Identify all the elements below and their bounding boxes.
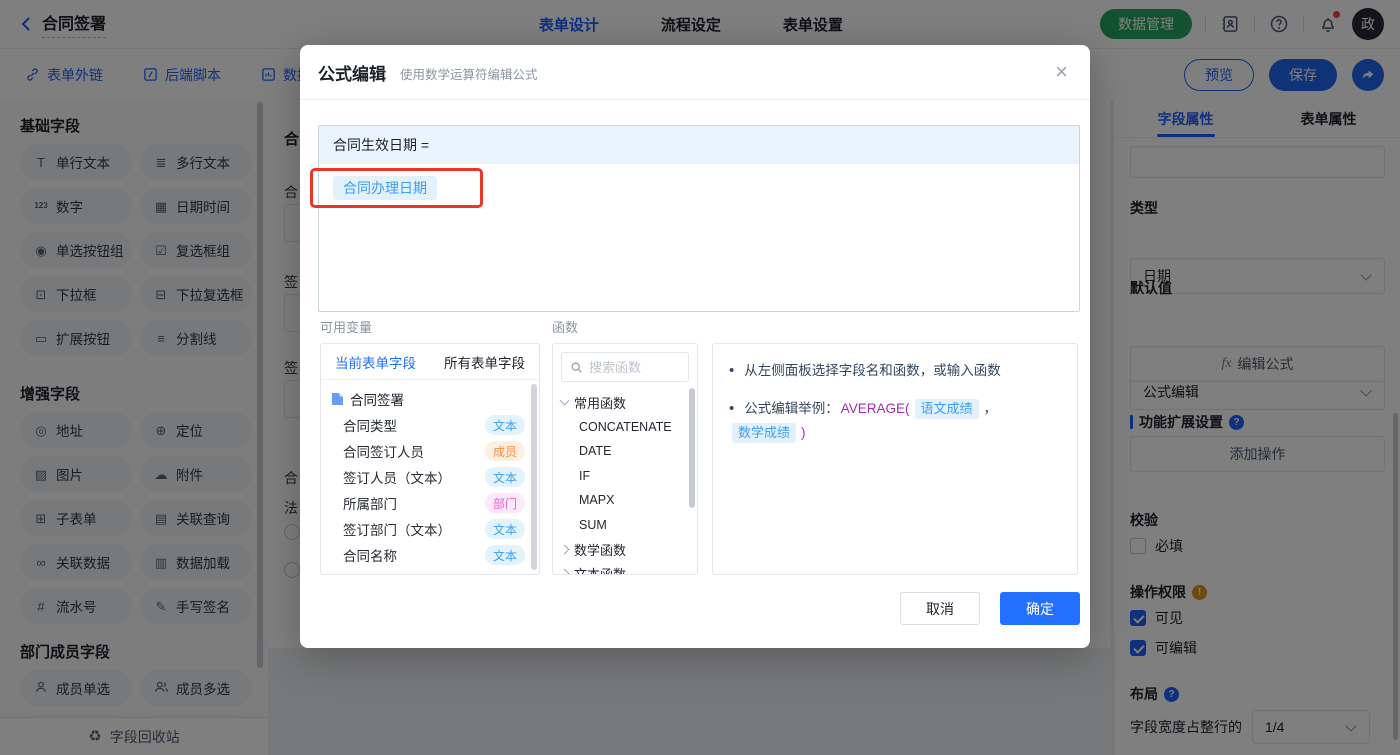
confirm-button[interactable]: 确定 [1000,592,1080,625]
field-type-badge: 成员 [484,441,525,461]
tab-all-form-fields[interactable]: 所有表单字段 [430,344,539,379]
variable-field-name: 合同名称 [343,549,397,564]
hint-line-1: • 从左侧面板选择字段名和函数，或输入函数 [729,362,1001,379]
field-type-badge: 文本 [484,519,525,539]
dialog-title: 公式编辑 [318,64,386,84]
function-group[interactable]: 文本函数 [553,562,697,575]
variable-field-name: 所属部门 [343,497,397,512]
example-field-chip: 语文成绩 [914,399,979,419]
tree-root-form[interactable]: 合同签署 [331,386,539,412]
close-icon[interactable] [1055,61,1068,83]
formula-field-chip[interactable]: 合同办理日期 [333,176,437,200]
function-item[interactable]: SUM [553,513,697,538]
chevron-right-icon [559,544,570,555]
functions-scrollbar[interactable] [689,388,695,508]
hints-panel: • 从左侧面板选择字段名和函数，或输入函数 • 公式编辑举例： AVERAGE(… [712,343,1078,575]
app-root: 合同签署 表单设计 流程设定 表单设置 数据管理 政 [0,0,1400,755]
variable-field-row[interactable]: 合同名称 文本 [331,542,539,568]
chevron-down-icon [559,395,570,406]
variable-field-row[interactable]: 签订部门（文本） 文本 [331,516,539,542]
form-doc-icon [332,393,343,405]
functions-panel: 常用函数 CONCATENATEDATEIFMAPXSUM 数学函数文本函数 [552,343,698,575]
variable-field-name: 签订人员（文本） [343,471,451,486]
field-type-badge: 文本 [484,467,525,487]
dialog-header: 公式编辑 使用数学运算符编辑公式 [300,45,1090,100]
dialog-subtitle: 使用数学运算符编辑公式 [400,68,538,82]
variable-field-row[interactable]: 签订人员（文本） 文本 [331,464,539,490]
variable-field-row[interactable]: 合同类型 文本 [331,412,539,438]
chevron-right-icon [559,568,570,574]
variable-field-name: 签订部门（文本） [343,523,451,538]
variable-field-name: 合同类型 [343,419,397,434]
function-item[interactable]: MAPX [553,488,697,513]
variable-field-row[interactable]: 合同签订人员 成员 [331,438,539,464]
function-group-name: 文本函数 [574,567,627,575]
search-icon [571,362,582,373]
function-search-box[interactable] [561,352,689,382]
function-group[interactable]: 常用函数 [553,390,697,415]
function-group-name: 数学函数 [574,542,627,558]
hint-line-2: • 公式编辑举例： AVERAGE( 语文成绩 ， 数学成绩 ) [729,398,1061,444]
function-item[interactable]: IF [553,464,697,489]
function-group-name: 常用函数 [574,395,627,411]
function-item[interactable]: DATE [553,439,697,464]
example-field-chip: 数学成绩 [732,423,797,443]
dialog-footer: 取消 确定 [900,592,1080,625]
formula-target-row: 合同生效日期 = [319,126,1079,164]
functions-label: 函数 [552,320,579,335]
variables-label: 可用变量 [320,320,373,335]
variables-tabs: 当前表单字段 所有表单字段 [321,344,539,380]
variables-panel: 当前表单字段 所有表单字段 合同签署 合同类型 文本 合同签订人员 成员 签订人员（文本… [320,343,540,575]
cancel-button[interactable]: 取消 [900,592,980,625]
formula-editor-area[interactable]: 合同生效日期 = 合同办理日期 [318,125,1080,312]
field-type-badge: 文本 [484,415,525,435]
field-type-badge: 部门 [484,493,525,513]
variable-field-row[interactable]: 所属部门 部门 [331,490,539,516]
function-group[interactable]: 数学函数 [553,537,697,562]
field-type-badge: 文本 [484,545,525,565]
function-search-input[interactable] [589,359,679,375]
formula-editor-dialog: 公式编辑 使用数学运算符编辑公式 合同生效日期 = 合同办理日期 可用变量 函数… [300,45,1090,648]
variables-scrollbar[interactable] [531,384,537,570]
variable-field-name: 合同签订人员 [343,445,424,460]
function-item[interactable]: CONCATENATE [553,415,697,440]
tab-current-form-fields[interactable]: 当前表单字段 [321,344,430,379]
